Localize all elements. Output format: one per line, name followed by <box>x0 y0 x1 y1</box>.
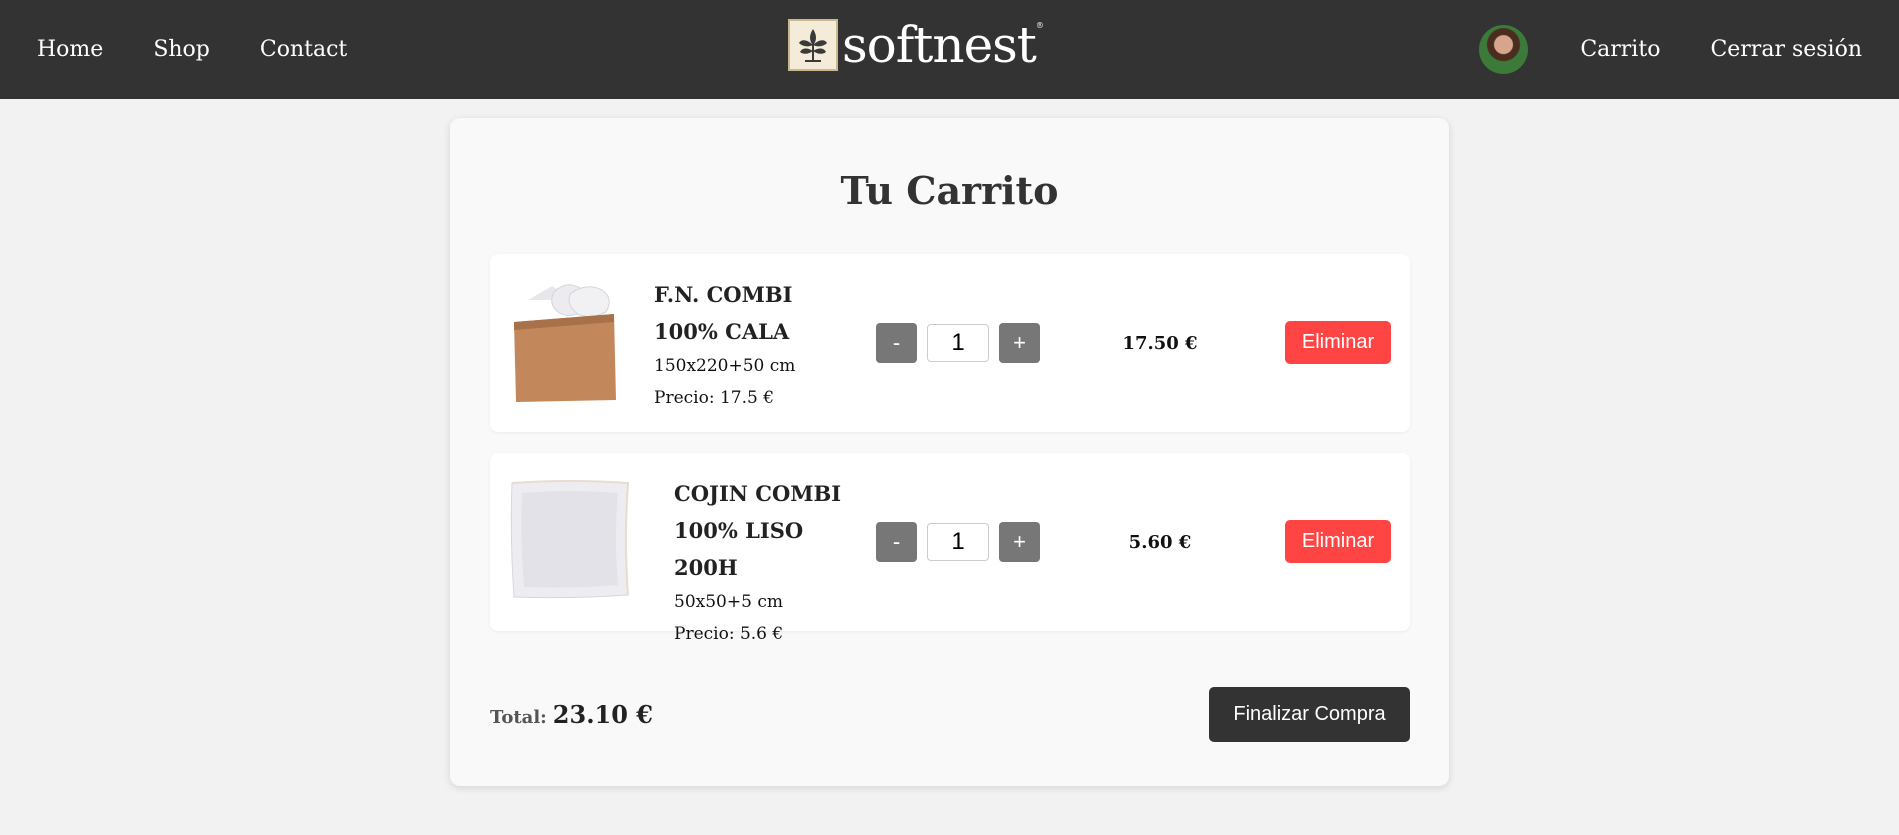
quantity-input[interactable] <box>927 523 989 561</box>
total-label: Total: <box>490 707 547 728</box>
nav-home-link[interactable]: Home <box>37 37 103 62</box>
cart-total: Total: 23.10 € <box>490 700 653 729</box>
total-value: 23.10 € <box>552 700 654 729</box>
increment-button[interactable]: + <box>999 323 1040 363</box>
nav-cart-link[interactable]: Carrito <box>1580 37 1660 62</box>
nav-logout-link[interactable]: Cerrar sesión <box>1710 37 1862 62</box>
product-size: 150x220+50 cm <box>654 356 796 376</box>
product-info: F.N. COMBI 100% CALA 150x220+50 cm Preci… <box>654 276 854 414</box>
top-navbar: Home Shop Contact softnest ® Carrito Cer… <box>0 0 1899 99</box>
product-name: F.N. COMBI 100% CALA <box>654 282 793 344</box>
brand-logo[interactable]: softnest ® <box>788 16 1044 74</box>
product-image-duvet <box>510 280 630 406</box>
quantity-stepper: - + <box>876 522 1040 562</box>
product-image-cushion <box>510 479 630 605</box>
product-info: COJIN COMBI 100% LISO 200H 50x50+5 cm Pr… <box>674 475 864 650</box>
main-nav: Home Shop Contact <box>37 0 397 99</box>
page-title: Tu Carrito <box>840 168 1059 213</box>
logo-leaf-icon <box>788 19 838 71</box>
cart-item: F.N. COMBI 100% CALA 150x220+50 cm Preci… <box>490 254 1410 432</box>
decrement-button[interactable]: - <box>876 522 917 562</box>
remove-item-button[interactable]: Eliminar <box>1285 520 1391 563</box>
product-name: COJIN COMBI 100% LISO 200H <box>674 481 842 580</box>
quantity-input[interactable] <box>927 324 989 362</box>
user-avatar[interactable] <box>1479 25 1529 74</box>
remove-item-button[interactable]: Eliminar <box>1285 321 1391 364</box>
user-nav: Carrito Cerrar sesión <box>1479 0 1862 99</box>
product-price: Precio: 5.6 € <box>674 624 784 644</box>
logo-wordmark: softnest <box>842 16 1037 74</box>
nav-shop-link[interactable]: Shop <box>153 37 210 62</box>
checkout-button[interactable]: Finalizar Compra <box>1209 687 1410 742</box>
cart-item: COJIN COMBI 100% LISO 200H 50x50+5 cm Pr… <box>490 453 1410 644</box>
line-total: 17.50 € <box>1122 332 1198 354</box>
decrement-button[interactable]: - <box>876 323 917 363</box>
product-size: 50x50+5 cm <box>674 592 783 612</box>
nav-contact-link[interactable]: Contact <box>260 37 347 62</box>
quantity-stepper: - + <box>876 323 1040 363</box>
increment-button[interactable]: + <box>999 522 1040 562</box>
product-price: Precio: 17.5 € <box>654 388 775 408</box>
line-total: 5.60 € <box>1128 531 1192 553</box>
cart-panel: Tu Carrito F.N. COMBI 100% CALA 150x220+… <box>450 118 1449 786</box>
logo-registered-mark: ® <box>1035 20 1044 30</box>
